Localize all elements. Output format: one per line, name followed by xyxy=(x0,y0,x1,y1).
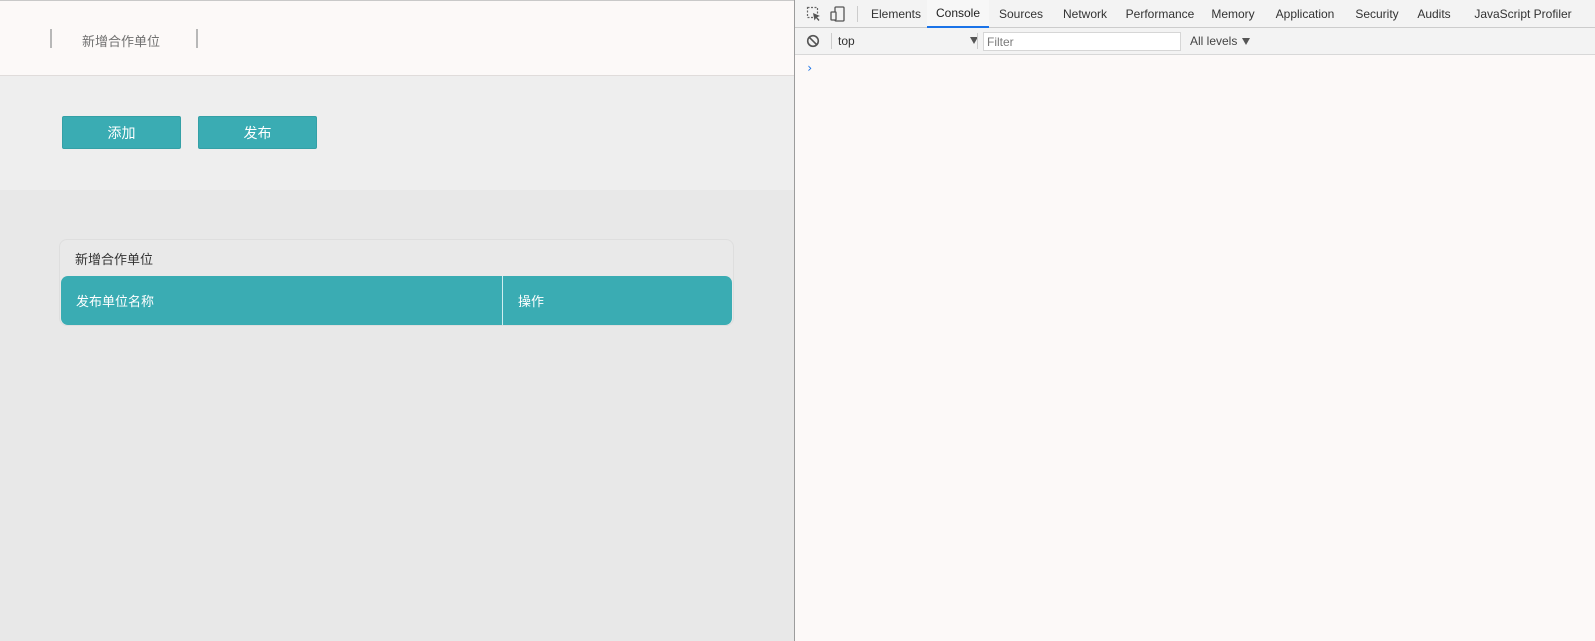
console-filter-input[interactable] xyxy=(983,32,1181,51)
tab-javascript-profiler[interactable]: JavaScript Profiler xyxy=(1461,0,1585,28)
devtools-tab-bar: Elements Console Sources Network Perform… xyxy=(795,0,1595,28)
toolbar-separator xyxy=(857,6,858,22)
tab-audits[interactable]: Audits xyxy=(1409,0,1459,28)
tab-memory[interactable]: Memory xyxy=(1203,0,1263,28)
tab-security[interactable]: Security xyxy=(1347,0,1407,28)
device-toolbar-icon[interactable] xyxy=(829,5,847,23)
web-app-viewport: 新增合作单位 添加 发布 新增合作单位 发布单位名称 操作 xyxy=(0,0,794,641)
tab-elements[interactable]: Elements xyxy=(865,0,927,28)
column-header-publisher-name: 发布单位名称 xyxy=(61,276,503,325)
add-button[interactable]: 添加 xyxy=(62,116,181,149)
content-area: 新增合作单位 发布单位名称 操作 xyxy=(0,190,794,641)
toolbar-separator xyxy=(977,33,978,49)
inspect-element-icon[interactable] xyxy=(805,5,823,23)
action-toolbar: 添加 发布 xyxy=(0,76,794,190)
tab-performance[interactable]: Performance xyxy=(1119,0,1201,28)
publish-button[interactable]: 发布 xyxy=(198,116,317,149)
panel-title: 新增合作单位 xyxy=(75,253,154,268)
console-prompt-icon[interactable]: › xyxy=(806,61,813,75)
tab-network[interactable]: Network xyxy=(1053,0,1117,28)
console-toolbar: top All levels xyxy=(795,28,1595,55)
context-select[interactable]: top xyxy=(838,34,978,49)
log-levels-label: All levels xyxy=(1190,34,1238,48)
nav-separator xyxy=(50,29,52,48)
tab-application[interactable]: Application xyxy=(1265,0,1345,28)
tab-sources[interactable]: Sources xyxy=(991,0,1051,28)
devtools-panel: Elements Console Sources Network Perform… xyxy=(795,0,1595,641)
nav-separator xyxy=(196,29,198,48)
partner-panel: 新增合作单位 发布单位名称 操作 xyxy=(59,239,734,326)
app-header: 新增合作单位 xyxy=(0,0,794,76)
nav-item-new-partner[interactable]: 新增合作单位 xyxy=(82,31,160,50)
tab-console[interactable]: Console xyxy=(927,0,989,28)
table-header: 发布单位名称 操作 xyxy=(61,276,732,325)
clear-console-icon[interactable] xyxy=(804,32,822,50)
column-header-actions: 操作 xyxy=(518,295,545,310)
context-select-value: top xyxy=(838,34,855,48)
log-levels-dropdown[interactable]: All levels xyxy=(1190,34,1251,48)
dropdown-arrow-icon xyxy=(1242,37,1251,45)
toolbar-separator xyxy=(831,33,832,49)
